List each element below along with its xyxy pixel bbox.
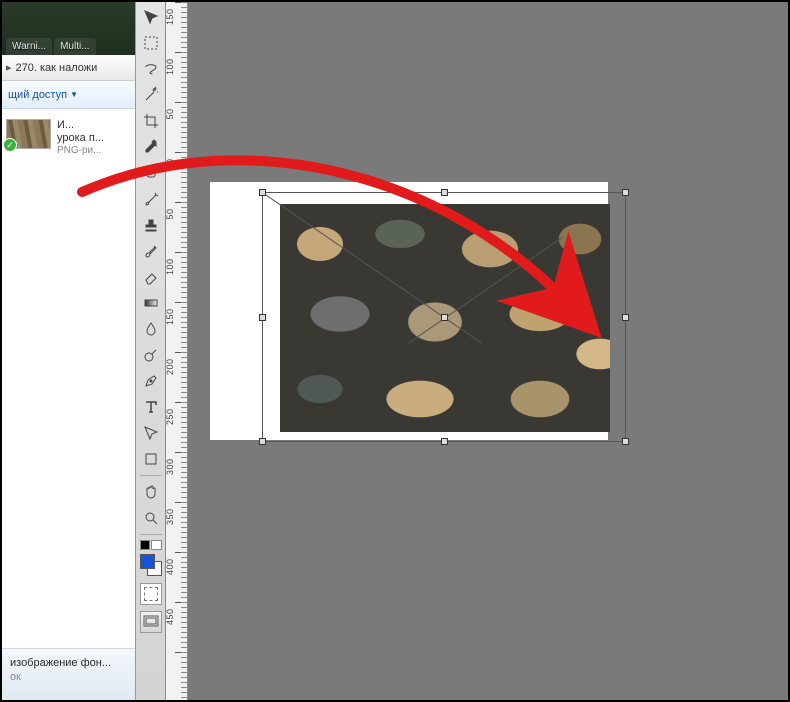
transform-handle[interactable] (441, 314, 448, 321)
move-tool[interactable] (139, 5, 163, 29)
details-sub: ок (10, 671, 129, 683)
path-tool[interactable] (139, 421, 163, 445)
default-colors-icon[interactable] (140, 540, 162, 550)
wand-tool[interactable] (139, 83, 163, 107)
zoom-tool[interactable] (139, 506, 163, 530)
file-type: PNG-ри... (57, 145, 104, 156)
transform-diagonals (263, 193, 563, 343)
ruler-label: 4 5 0 (166, 610, 175, 625)
ruler-label: 5 0 (166, 210, 175, 220)
transform-handle[interactable] (259, 314, 266, 321)
shape-tool[interactable] (139, 447, 163, 471)
ruler-label: 1 0 0 (166, 260, 175, 275)
file-name-line: урока п... (57, 132, 104, 145)
ruler-label: 2 5 0 (166, 410, 175, 425)
eyedropper-tool[interactable] (139, 135, 163, 159)
crop-tool[interactable] (139, 109, 163, 133)
details-title: изображение фон... (10, 657, 129, 669)
ruler-label: 1 0 0 (166, 60, 175, 75)
checkmark-icon: ✓ (3, 138, 17, 152)
dodge-tool[interactable] (139, 343, 163, 367)
vertical-ruler[interactable]: 1 5 0 1 0 0 5 0 0 5 0 1 0 0 1 5 0 2 0 0 … (166, 2, 188, 700)
ruler-label: 3 0 0 (166, 460, 175, 475)
screenmode-toggle[interactable] (140, 611, 162, 633)
ruler-label: 2 0 0 (166, 360, 175, 375)
brush-tool[interactable] (139, 187, 163, 211)
transform-handle[interactable] (441, 438, 448, 445)
share-dropdown[interactable]: щий доступ ▼ (2, 81, 135, 109)
transform-handle[interactable] (622, 189, 629, 196)
share-label: щий доступ (8, 89, 67, 101)
color-swatches[interactable] (139, 553, 163, 577)
breadcrumb-label: 270. как наложи (16, 62, 98, 74)
file-thumbnail: ✓ (6, 119, 51, 149)
transform-handle[interactable] (441, 189, 448, 196)
pen-tool[interactable] (139, 369, 163, 393)
transform-handle[interactable] (622, 438, 629, 445)
transform-handle[interactable] (259, 438, 266, 445)
tab-warning[interactable]: Warni... (6, 38, 52, 55)
marquee-tool[interactable] (139, 31, 163, 55)
hand-tool[interactable] (139, 480, 163, 504)
transform-handle[interactable] (259, 189, 266, 196)
ruler-label: 5 0 (166, 110, 175, 120)
tab-multi[interactable]: Multi... (54, 38, 95, 55)
file-list: ✓ И... урока п... PNG-ри... (2, 109, 135, 160)
lasso-tool[interactable] (139, 57, 163, 81)
ruler-label: 1 5 0 (166, 10, 175, 25)
toolbox (136, 2, 166, 700)
ruler-label: 3 5 0 (166, 510, 175, 525)
foreground-color[interactable] (140, 554, 155, 569)
eraser-tool[interactable] (139, 265, 163, 289)
chevron-right-icon: ▸ (6, 61, 12, 74)
blur-tool[interactable] (139, 317, 163, 341)
history-brush-tool[interactable] (139, 239, 163, 263)
transform-bounding-box[interactable] (262, 192, 626, 442)
details-pane: изображение фон... ок (2, 648, 135, 700)
list-item[interactable]: ✓ И... урока п... PNG-ри... (6, 119, 131, 156)
healing-tool[interactable] (139, 161, 163, 185)
type-tool[interactable] (139, 395, 163, 419)
breadcrumb[interactable]: ▸ 270. как наложи (2, 55, 135, 81)
file-name-line: И... (57, 119, 104, 132)
file-explorer-panel: Warni... Multi... ▸ 270. как наложи щий … (2, 2, 136, 700)
ruler-label: 0 (166, 160, 175, 164)
ruler-label: 1 5 0 (166, 310, 175, 325)
explorer-tabs: Warni... Multi... (2, 2, 135, 55)
quickmask-toggle[interactable] (140, 583, 162, 605)
gradient-tool[interactable] (139, 291, 163, 315)
transform-handle[interactable] (622, 314, 629, 321)
ruler-label: 4 0 0 (166, 560, 175, 575)
stamp-tool[interactable] (139, 213, 163, 237)
chevron-down-icon: ▼ (70, 90, 78, 99)
